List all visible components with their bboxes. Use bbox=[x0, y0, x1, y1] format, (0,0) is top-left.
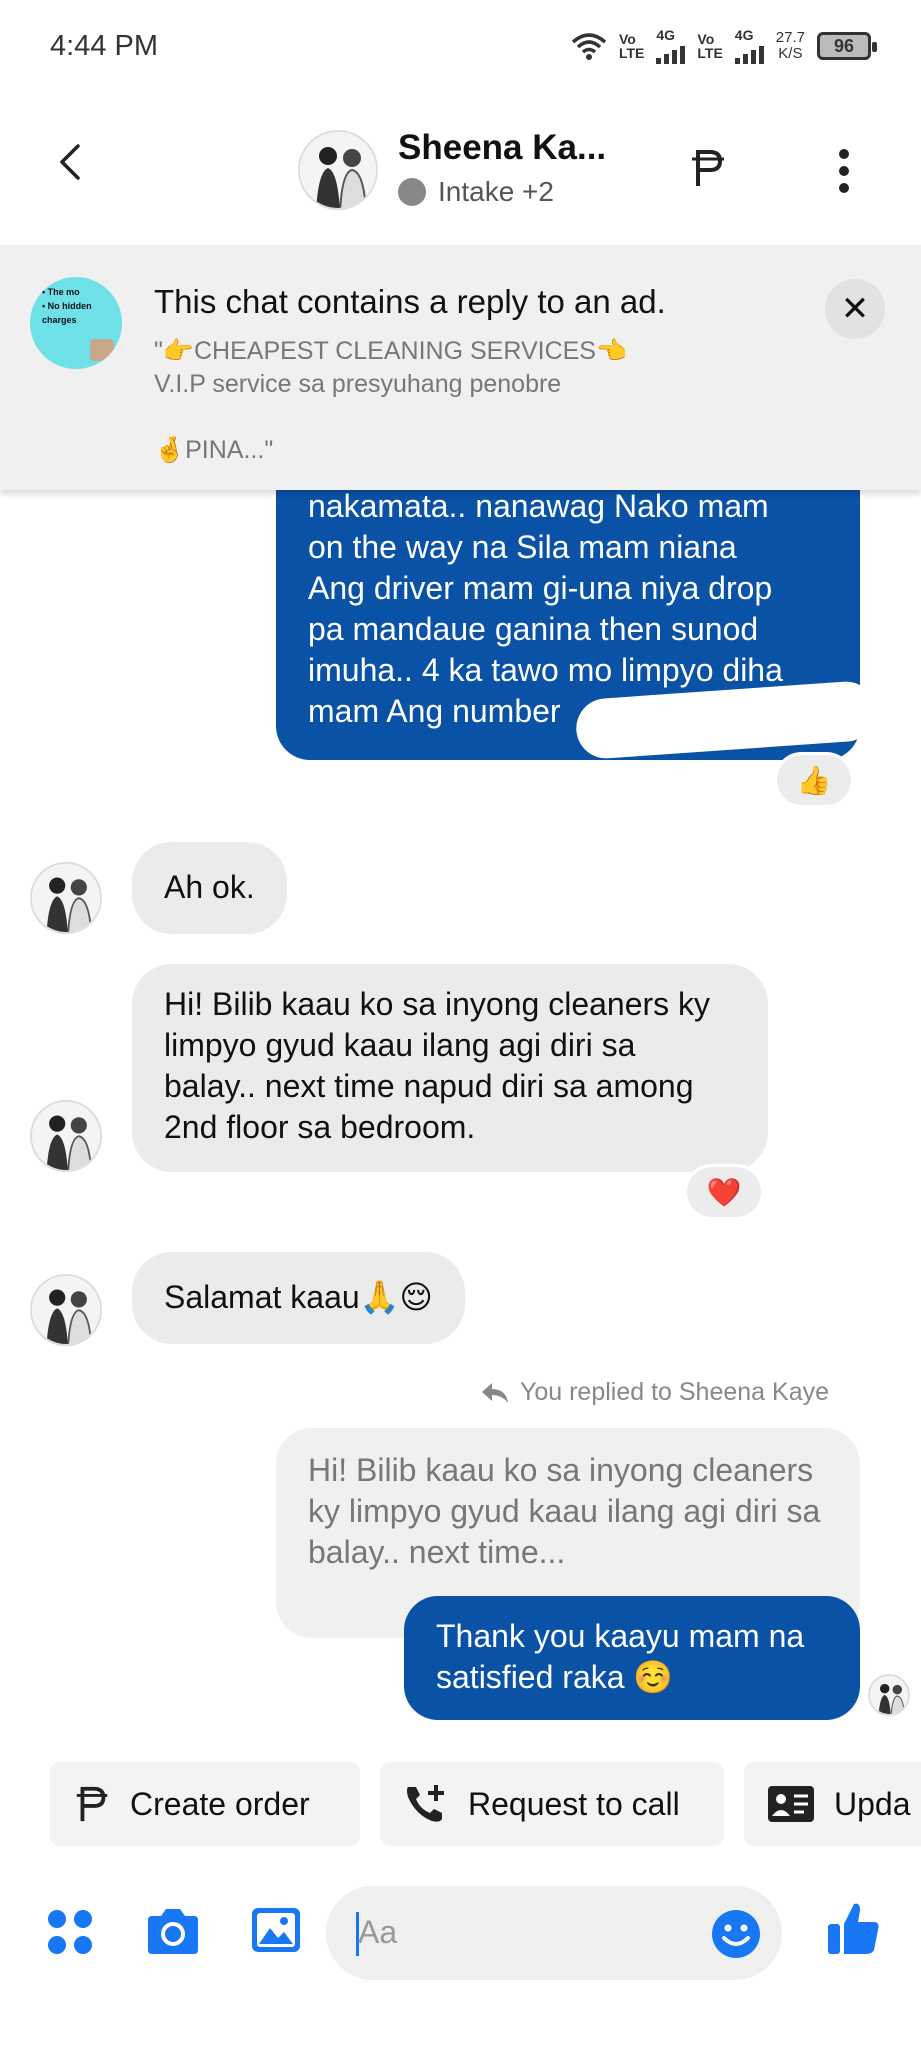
message-composer: Aa bbox=[0, 1880, 921, 2020]
wifi-icon bbox=[571, 33, 607, 60]
heart-reaction[interactable]: ❤️ bbox=[684, 1164, 764, 1220]
ad-banner-description: "👉CHEAPEST CLEANING SERVICES👈 V.I.P serv… bbox=[154, 337, 628, 464]
contact-label: Intake +2 bbox=[438, 176, 554, 207]
net2-bottom: LTE bbox=[697, 45, 723, 61]
close-banner-button[interactable]: ✕ bbox=[825, 279, 885, 339]
update-label: Upda bbox=[834, 1785, 911, 1822]
thumbs-up-reaction[interactable]: 👍 bbox=[774, 752, 854, 808]
message-input-placeholder: Aa bbox=[358, 1914, 398, 1950]
create-order-button[interactable]: Create order bbox=[50, 1762, 360, 1846]
outgoing-message[interactable]: nakamata.. nanawag Nako mam on the way n… bbox=[276, 488, 878, 761]
net1-gen: 4G bbox=[656, 27, 676, 43]
incoming-message-text: Hi! Bilib kaau ko sa inyong cleaners ky … bbox=[164, 986, 711, 1145]
ad-banner-title: This chat contains a reply to an ad. bbox=[154, 283, 666, 320]
request-call-button[interactable]: Request to call bbox=[380, 1762, 724, 1846]
reply-context: You replied to Sheena Kaye bbox=[480, 1378, 829, 1407]
ad-reply-banner: • The mo • No hidden charges This chat c… bbox=[0, 245, 921, 490]
outgoing-message-text: Thank you kaayu mam na satisfied raka ☺️ bbox=[436, 1618, 805, 1695]
quoted-message-text: Hi! Bilib kaau ko sa inyong cleaners ky … bbox=[308, 1452, 821, 1570]
network-1-indicator: Vo LTE bbox=[619, 32, 644, 60]
speed-unit: K/S bbox=[778, 45, 803, 62]
peso-icon[interactable] bbox=[688, 146, 728, 190]
thumbs-up-icon[interactable] bbox=[826, 1900, 882, 1958]
camera-icon[interactable] bbox=[144, 1906, 202, 1956]
avatar[interactable] bbox=[30, 862, 102, 934]
apps-grid-icon[interactable] bbox=[46, 1908, 94, 1956]
reply-arrow-icon bbox=[481, 1382, 508, 1403]
speed-value: 27.7 bbox=[775, 29, 805, 46]
message-input[interactable]: Aa bbox=[326, 1886, 782, 1980]
battery-icon: 96 bbox=[817, 32, 877, 60]
emoji-icon[interactable] bbox=[710, 1908, 762, 1960]
network-speed: 27.7 K/S bbox=[776, 30, 805, 62]
net2-gen: 4G bbox=[734, 27, 754, 43]
contact-label-row[interactable]: Intake +2 bbox=[398, 176, 554, 208]
incoming-message[interactable]: Salamat kaau🙏😌 bbox=[132, 1252, 465, 1344]
contact-name[interactable]: Sheena Ka... bbox=[398, 128, 606, 168]
chat-header: Sheena Ka... Intake +2 bbox=[0, 92, 921, 242]
contact-avatar[interactable] bbox=[298, 130, 378, 210]
reaction-emoji: ❤️ bbox=[706, 1176, 742, 1208]
incoming-message[interactable]: Hi! Bilib kaau ko sa inyong cleaners ky … bbox=[132, 964, 768, 1172]
phone-add-icon bbox=[407, 1785, 444, 1822]
peso-icon bbox=[76, 1786, 108, 1822]
net1-top: Vo bbox=[618, 31, 636, 47]
avatar[interactable] bbox=[30, 1100, 102, 1172]
battery-level: 96 bbox=[833, 35, 855, 56]
update-button[interactable]: Upda bbox=[744, 1762, 921, 1846]
incoming-message[interactable]: Ah ok. bbox=[132, 842, 287, 934]
gallery-icon[interactable] bbox=[250, 1904, 302, 1956]
close-icon: ✕ bbox=[840, 290, 870, 328]
ad-thumbnail-text: • The mo • No hidden charges bbox=[42, 287, 92, 325]
status-icons: Vo LTE 4G Vo LTE 4G 27.7 K/S 96 bbox=[571, 27, 877, 64]
message-list[interactable]: nakamata.. nanawag Nako mam on the way n… bbox=[0, 488, 921, 1750]
incoming-message-text: Salamat kaau🙏😌 bbox=[164, 1279, 433, 1315]
seen-avatar bbox=[868, 1674, 910, 1716]
signal-2-icon bbox=[734, 42, 764, 64]
network-2-indicator: Vo LTE bbox=[697, 32, 722, 60]
label-dot-icon bbox=[398, 178, 426, 206]
request-call-label: Request to call bbox=[468, 1785, 680, 1822]
create-order-label: Create order bbox=[130, 1785, 310, 1822]
contact-card-icon bbox=[768, 1786, 814, 1822]
status-bar: 4:44 PM Vo LTE 4G Vo LTE 4G 27.7 K/S 96 bbox=[0, 0, 921, 92]
more-options-icon[interactable] bbox=[834, 148, 854, 194]
incoming-message-text: Ah ok. bbox=[164, 869, 255, 905]
quick-actions-bar: Create order Request to call Upda bbox=[50, 1762, 921, 1846]
net1-bottom: LTE bbox=[618, 45, 645, 61]
signal-1-icon bbox=[656, 42, 686, 64]
reaction-emoji: 👍 bbox=[796, 764, 832, 796]
ad-thumbnail[interactable]: • The mo • No hidden charges bbox=[30, 277, 122, 369]
reply-context-text: You replied to Sheena Kaye bbox=[519, 1378, 829, 1406]
status-time: 4:44 PM bbox=[50, 30, 158, 62]
net2-top: Vo bbox=[697, 31, 715, 47]
back-arrow-icon[interactable] bbox=[52, 142, 92, 182]
outgoing-message[interactable]: Thank you kaayu mam na satisfied raka ☺️ bbox=[404, 1596, 860, 1720]
ad-thumbnail-image bbox=[90, 339, 114, 361]
avatar[interactable] bbox=[30, 1274, 102, 1346]
